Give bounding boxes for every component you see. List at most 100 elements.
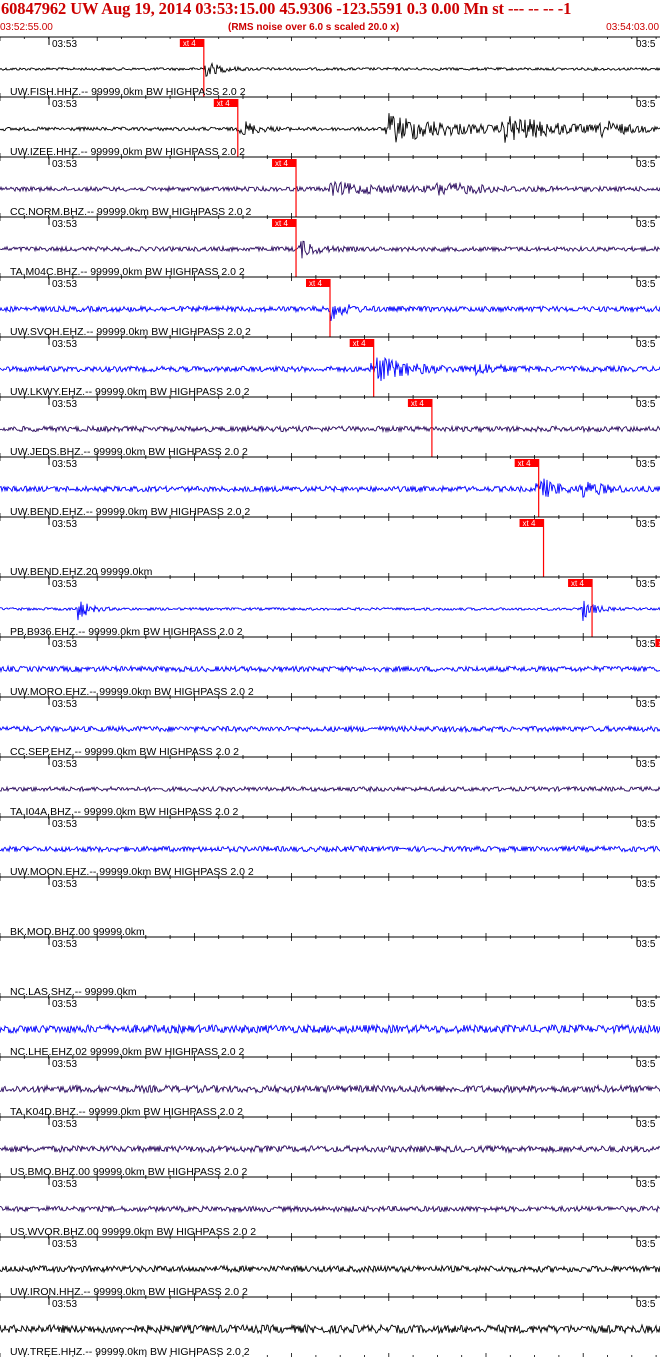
time-tick-label: 03:5 [636,1239,656,1250]
waveform-trace [0,61,660,77]
time-tick-label: 03:53 [52,939,77,950]
trace-row: 03:53 03:5 xt 4 UW.SVOH.EHZ.-- 99999.0km BW… [0,276,660,338]
time-tick-label: 03:53 [52,879,77,890]
trace-row: 03:53 03:5 xt 4 UW.LKWY.EHZ.-- 99999.0km BW… [0,336,660,398]
trace-row: 03:53 03:5 BK.MOD.BHZ.00 99999.0km [0,876,660,938]
waveform-trace [0,356,660,382]
time-tick-label: 03:53 [52,279,77,290]
station-label: UW.JEDS.BHZ.-- 99999.0km BW HIGHPASS 2.0… [10,446,248,458]
station-label: UW.MOON.EHZ.-- 99999.0km BW HIGHPASS 2.0… [10,866,254,878]
trace-row: 03:53 03:5 xt 4 UW.FISH.HHZ.-- 99999.0km BW… [0,36,660,98]
time-tick-label: 03:5 [636,219,656,230]
station-label: NC.LHE.EHZ.02 99999.0km BW HIGHPASS 2.0 … [10,1046,245,1058]
trace-row: 03:5303:5xt 4UW.MORO.EHZ.-- 99999.0km BW… [0,636,660,698]
waveform-trace [0,785,660,793]
time-tick-label: 03:5 [636,459,656,470]
waveform-trace [0,1323,660,1335]
pick-label: xt 4 [275,219,288,228]
station-label: UW.BEND.EHZ.20 99999.0km [10,566,153,578]
pick-label: xt 4 [309,279,322,288]
waveform-trace [0,1264,660,1274]
time-tick-label: 03:5 [636,939,656,950]
station-label: BK.MOD.BHZ.00 99999.0km [10,926,145,938]
time-tick-label: 03:5 [636,519,656,530]
pick-label: xt 4 [571,579,584,588]
waveform-trace [0,1144,660,1154]
time-tick-label: 03:5 [636,639,656,650]
time-tick-label: 03:5 [636,1179,656,1190]
time-tick-label: 03:53 [52,579,77,590]
time-tick-label: 03:5 [636,279,656,290]
trace-row: 03:53 03:5 UW.IRON.HHZ.-- 99999.0km BW HIG… [0,1236,660,1298]
station-label: UW.LKWY.EHZ.-- 99999.0km BW HIGHPASS 2.0… [10,386,250,398]
station-label: TA.I04A.BHZ.-- 99999.0km BW HIGHPASS 2.0… [10,806,239,818]
seismogram-chart: 03:53 03:5xt 4UW.FISH.HHZ.-- 99999.0km BW… [0,36,660,1358]
station-label: UW.FISH.HHZ.-- 99999.0km BW HIGHPASS 2.0… [10,86,246,98]
time-tick-label: 03:53 [52,339,77,350]
waveform-trace [0,1083,660,1095]
waveform-trace [0,724,660,734]
waveform-trace [0,1204,660,1214]
time-tick-label: 03:53 [52,1119,77,1130]
waveform-trace [0,1023,660,1035]
station-label: CC.NORM.BHZ.-- 99999.0km BW HIGHPASS 2.0… [10,206,252,218]
station-label: UW.TREE.HHZ.-- 99999.0km BW HIGHPASS 2.0… [10,1346,250,1358]
station-label: UW.SVOH.EHZ.-- 99999.0km BW HIGHPASS 2.0… [10,326,251,338]
time-tick-label: 03:53 [52,999,77,1010]
trace-row: 03:5303:5xt 4UW.MOON.EHZ.-- 99999.0km BW… [0,816,660,878]
pick-label: xt 4 [353,339,366,348]
trace-row: 03:53 03:5 xt 4 TA.M04C.BHZ.-- 99999.0km BW… [0,216,660,278]
trace-row: 03:5303:5xt 4CC.SEP.EHZ.-- 99999.0km BW … [0,696,660,758]
time-tick-label: 03:5 [636,759,656,770]
trace-row: 03:53 03:5 US.WVOR.BHZ.00 99999.0km BW HIG… [0,1176,660,1238]
station-label: TA.M04C.BHZ.-- 99999.0km BW HIGHPASS 2.0… [10,266,245,278]
trace-row: 03:53 03:5 xt 4 PB.B936.EHZ.-- 99999.0km BW… [0,576,660,638]
time-tick-label: 03:53 [52,519,77,530]
pick-label: xt 4 [183,39,196,48]
pick-label: xt 4 [275,159,288,168]
trace-row: 03:53 03:5 xt 4 CC.NORM.BHZ.-- 99999.0km BW… [0,156,660,218]
pick-label: xt 4 [217,99,230,108]
time-tick-label: 03:53 [52,699,77,710]
station-label: US.WVOR.BHZ.00 99999.0km BW HIGHPASS 2.0… [10,1226,256,1238]
trace-row: 03:53 03:5 NC.LAS.SHZ.-- 99999.0km [0,936,660,998]
station-label: CC.SEP.EHZ.-- 99999.0km BW HIGHPASS 2.0 … [10,746,239,758]
time-tick-label: 03:53 [52,1299,77,1310]
time-tick-label: 03:53 [52,459,77,470]
time-tick-label: 03:5 [636,159,656,170]
trace-row: 03:53 03:5 xt 4 UW.BEND.EHZ.-- 99999.0km BW… [0,456,660,518]
pick-label: xt 4 [518,459,531,468]
time-tick-label: 03:5 [636,39,656,50]
trace-row: 03:53 03:5 xt 4 UW.IZEE.HHZ.-- 99999.0km BW… [0,96,660,158]
time-tick-label: 03:5 [636,339,656,350]
trace-row: 03:53 03:5 xt 4 UW.JEDS.BHZ.-- 99999.0km BW… [0,396,660,458]
time-tick-label: 03:5 [636,699,656,710]
time-tick-label: 03:53 [52,39,77,50]
time-tick-label: 03:53 [52,639,77,650]
waveform-trace [0,240,660,259]
waveform-trace [0,180,660,196]
trace-row: 03:53 03:5 xt 4 UW.BEND.EHZ.20 99999.0km [0,516,660,578]
station-label: UW.BEND.EHZ.-- 99999.0km BW HIGHPASS 2.0… [10,506,250,518]
time-tick-label: 03:53 [52,159,77,170]
time-tick-label: 03:5 [636,1119,656,1130]
time-tick-label: 03:53 [52,759,77,770]
waveform-trace [0,424,660,434]
time-tick-label: 03:53 [52,1179,77,1190]
time-tick-label: 03:53 [52,1059,77,1070]
time-tick-label: 03:5 [636,1299,656,1310]
time-tick-label: 03:5 [636,399,656,410]
time-tick-label: 03:5 [636,579,656,590]
station-label: UW.MORO.EHZ.-- 99999.0km BW HIGHPASS 2.0… [10,686,254,698]
station-label: US.BMO.BHZ.00 99999.0km BW HIGHPASS 2.0 … [10,1166,247,1178]
time-tick-label: 03:5 [636,879,656,890]
pick-label: xt 4 [523,519,536,528]
trace-row: 03:53 03:5 UW.TREE.HHZ.-- 99999.0km BW HIG… [0,1296,660,1358]
waveform-trace [0,844,660,854]
trace-row: 03:53 03:5 NC.LHE.EHZ.02 99999.0km BW HIGH… [0,996,660,1058]
station-label: TA.K04D.BHZ.-- 99999.0km BW HIGHPASS 2.0… [10,1106,243,1118]
waveform-trace [0,113,660,143]
time-tick-label: 03:53 [52,99,77,110]
pick-label: xt 4 [411,399,424,408]
time-tick-label: 03:5 [636,819,656,830]
